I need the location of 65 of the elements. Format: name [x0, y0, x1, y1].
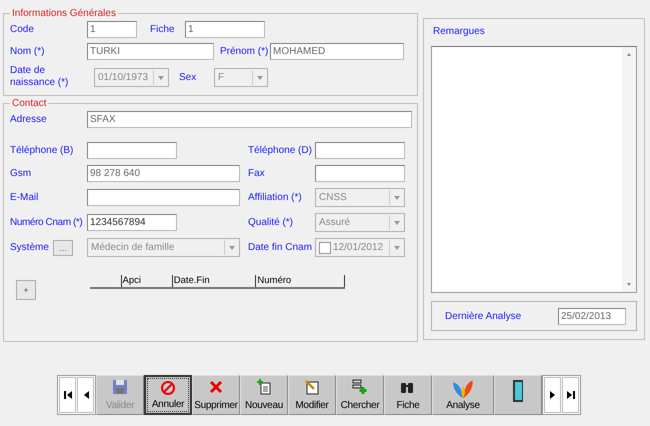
group-legend: Informations Générales: [10, 8, 118, 19]
code-field[interactable]: 1: [87, 21, 137, 38]
field-label: Fiche: [150, 24, 176, 35]
last-record-icon[interactable]: [562, 377, 579, 413]
field-label: Dernière Analyse: [445, 310, 522, 322]
field-label: E-Mail: [10, 192, 40, 203]
remarks-field[interactable]: [431, 46, 637, 293]
first-record-icon[interactable]: [59, 377, 76, 413]
edit-document-icon: [304, 379, 320, 395]
field-label: Numéro Cnam (*): [10, 217, 84, 228]
delete-icon: [208, 379, 224, 395]
fax-field[interactable]: [315, 165, 405, 182]
system-dropdown[interactable]: Médecin de famille: [87, 238, 240, 257]
search-icon: [352, 379, 368, 395]
birth-date-dropdown[interactable]: 01/10/1973: [94, 68, 169, 86]
field-label: Adresse: [10, 114, 48, 125]
sex-dropdown[interactable]: F: [214, 68, 268, 86]
next-record-icon[interactable]: [544, 377, 561, 413]
field-label: Système: [10, 242, 50, 253]
card-button[interactable]: Fiche: [384, 375, 432, 415]
column-header[interactable]: Numéro: [256, 275, 345, 287]
new-document-icon: [256, 379, 272, 395]
column-header[interactable]: Apci: [122, 275, 173, 287]
field-label: Fax: [248, 168, 266, 179]
field-label: Téléphone (B): [10, 145, 74, 156]
phone-field[interactable]: [315, 142, 405, 159]
field-label: Qualité (*): [248, 217, 294, 228]
fiche-field[interactable]: 1: [185, 21, 265, 38]
search-button[interactable]: Chercher: [336, 375, 384, 415]
browse-button[interactable]: ...: [53, 240, 73, 256]
column-header[interactable]: Date.Fin: [172, 275, 256, 287]
scrollbar[interactable]: [622, 47, 636, 292]
field-label: Téléphone (D): [248, 145, 313, 156]
end-date-dropdown[interactable]: 12/01/2012: [315, 238, 405, 257]
group-legend: Contact: [10, 98, 48, 109]
edit-button[interactable]: Modifier: [288, 375, 336, 415]
exit-button[interactable]: [494, 375, 542, 415]
analyse-button[interactable]: Analyse: [432, 375, 494, 415]
address-field[interactable]: SFAX: [87, 111, 412, 128]
field-label: Sex: [179, 72, 198, 82]
nom-field[interactable]: TURKI: [87, 43, 214, 60]
previous-record-icon[interactable]: [77, 377, 94, 413]
cnam-number-field[interactable]: 1234567894: [87, 214, 177, 231]
field-label: Gsm: [10, 168, 32, 179]
field-label: Prénom (*): [220, 46, 270, 57]
remarks-label: Remargues: [433, 26, 486, 37]
email-field[interactable]: [87, 189, 240, 206]
field-label: Code: [10, 24, 35, 35]
cancel-icon: [160, 380, 176, 396]
mobile-field[interactable]: 98 278 640: [87, 165, 240, 182]
cancel-button[interactable]: Annuler: [144, 375, 192, 415]
new-button[interactable]: Nouveau: [240, 375, 288, 415]
last-analysis-field[interactable]: 25/02/2013: [558, 308, 626, 324]
add-button[interactable]: +: [16, 280, 36, 300]
field-label: Date fin Cnam: [248, 242, 313, 253]
field-label: Affiliation (*): [248, 192, 303, 203]
field-label: Date de naissance (*): [10, 65, 70, 89]
delete-button[interactable]: Supprimer: [192, 375, 240, 415]
checkbox[interactable]: [319, 242, 331, 254]
field-label: Nom (*): [10, 46, 46, 57]
phone-field[interactable]: [87, 142, 177, 159]
affiliation-dropdown[interactable]: CNSS: [315, 188, 405, 207]
qualite-dropdown[interactable]: Assuré: [315, 213, 405, 232]
door-icon: [510, 379, 526, 403]
prenom-field[interactable]: MOHAMED: [270, 43, 404, 60]
